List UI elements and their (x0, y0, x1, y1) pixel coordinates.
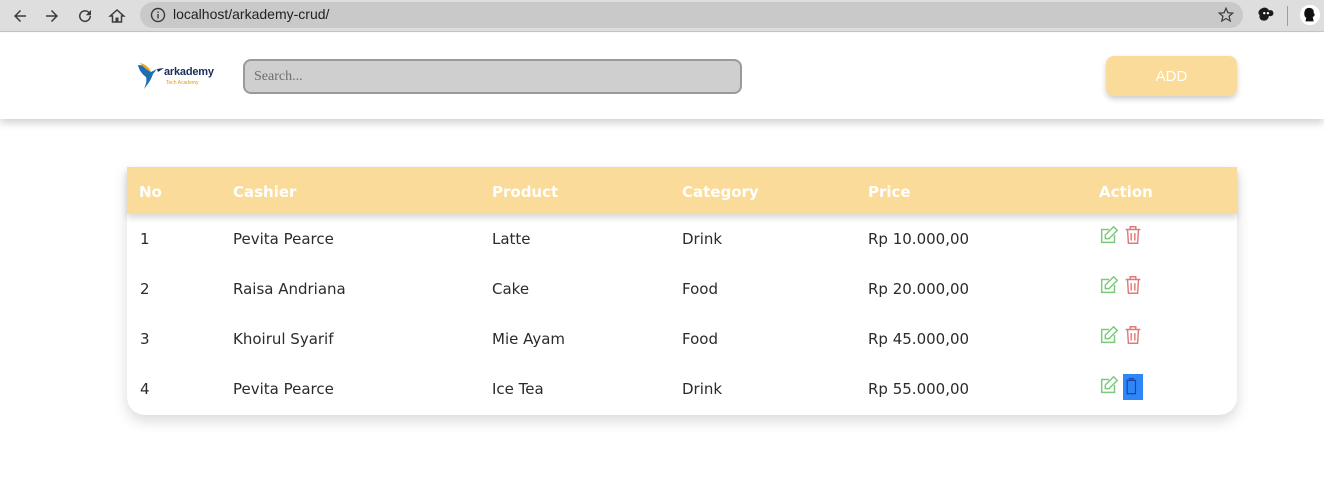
cell-no: 4 (140, 380, 150, 398)
cell-category: Drink (682, 230, 723, 248)
cell-product: Cake (492, 280, 530, 298)
cell-cashier: Pevita Pearce (233, 380, 334, 398)
delete-trash-icon[interactable] (1123, 374, 1143, 400)
cell-category: Food (682, 280, 718, 298)
extension-icon[interactable] (1256, 4, 1278, 26)
cell-price: Rp 20.000,00 (868, 280, 970, 298)
column-header-category: Category (682, 183, 759, 201)
cell-no: 1 (140, 230, 150, 248)
url-text: localhost/arkademy-crud/ (173, 6, 330, 22)
profile-avatar-icon[interactable] (1299, 4, 1321, 26)
app-header: arkademy Tech Academy ADD (0, 33, 1324, 119)
table-row: 2 Raisa Andriana Cake Food Rp 20.000,00 (127, 265, 1237, 315)
transactions-table: No Cashier Product Category Price Action… (127, 167, 1237, 415)
forward-arrow-icon[interactable] (40, 4, 64, 28)
add-button[interactable]: ADD (1106, 56, 1237, 96)
delete-trash-icon[interactable] (1122, 324, 1144, 346)
column-header-cashier: Cashier (233, 183, 297, 201)
home-icon[interactable] (105, 4, 129, 28)
column-header-product: Product (492, 183, 559, 201)
hummingbird-logo-icon (138, 63, 164, 89)
table-row: 4 Pevita Pearce Ice Tea Drink Rp 55.000,… (127, 365, 1237, 415)
edit-icon[interactable] (1098, 374, 1120, 396)
cell-cashier: Khoirul Syarif (233, 330, 334, 348)
cell-product: Ice Tea (492, 380, 544, 398)
cell-price: Rp 55.000,00 (868, 380, 970, 398)
table-row: 3 Khoirul Syarif Mie Ayam Food Rp 45.000… (127, 315, 1237, 365)
delete-trash-icon[interactable] (1122, 274, 1144, 296)
cell-price: Rp 45.000,00 (868, 330, 970, 348)
table-row: 1 Pevita Pearce Latte Drink Rp 10.000,00 (127, 215, 1237, 265)
cell-cashier: Raisa Andriana (233, 280, 346, 298)
edit-icon[interactable] (1098, 324, 1120, 346)
cell-price: Rp 10.000,00 (868, 230, 970, 248)
column-header-action: Action (1099, 183, 1153, 201)
reload-icon[interactable] (73, 4, 97, 28)
logo-wordmark: arkademy (164, 66, 214, 78)
edit-icon[interactable] (1098, 224, 1120, 246)
back-arrow-icon[interactable] (8, 4, 32, 28)
cell-product: Mie Ayam (492, 330, 566, 348)
column-header-price: Price (868, 183, 911, 201)
cell-no: 2 (140, 280, 150, 298)
toolbar-divider (1287, 6, 1288, 26)
bookmark-star-icon[interactable] (1217, 6, 1235, 24)
cell-no: 3 (140, 330, 150, 348)
info-icon[interactable] (150, 7, 166, 23)
edit-icon[interactable] (1098, 274, 1120, 296)
cell-product: Latte (492, 230, 531, 248)
table-header: No Cashier Product Category Price Action (127, 167, 1237, 214)
delete-trash-icon[interactable] (1122, 224, 1144, 246)
search-input[interactable] (243, 59, 742, 94)
column-header-no: No (139, 183, 162, 201)
cell-category: Food (682, 330, 718, 348)
browser-toolbar: localhost/arkademy-crud/ (0, 0, 1324, 32)
logo-tagline: Tech Academy (166, 80, 199, 86)
address-bar[interactable]: localhost/arkademy-crud/ (140, 2, 1243, 28)
arkademy-logo[interactable]: arkademy Tech Academy (136, 57, 220, 93)
cell-cashier: Pevita Pearce (233, 230, 334, 248)
cell-category: Drink (682, 380, 723, 398)
